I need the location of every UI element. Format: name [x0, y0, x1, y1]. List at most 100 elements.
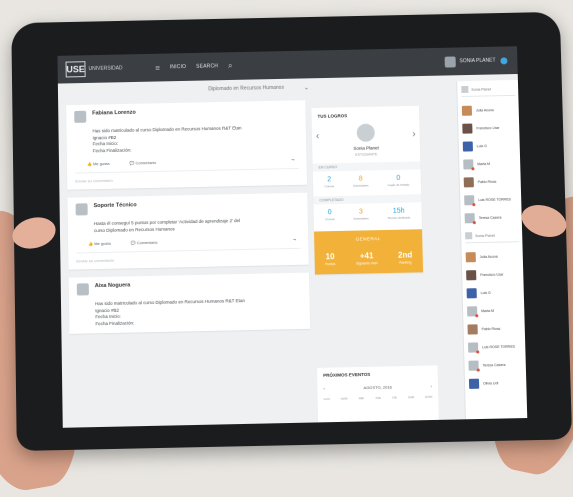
comment-button[interactable]: 💬 Comentario — [131, 240, 168, 246]
person-name: Pablo Rivas — [477, 179, 497, 185]
comment-label: Comentario — [136, 239, 158, 246]
search-icon[interactable]: ⌕ — [228, 61, 233, 71]
person-item[interactable]: Luis ROSE TORRES — [464, 337, 527, 356]
post-body: Hasta él conseguí 5 puntos por completar… — [94, 217, 300, 234]
like-label: Me gusta — [94, 240, 111, 247]
person-item[interactable]: Marta M — [463, 301, 526, 320]
stat-item: 0 Lugar de trabajo — [387, 175, 409, 187]
person-name: Julia Acuna — [479, 254, 498, 260]
comment-button[interactable]: 💬 Comentario — [129, 160, 166, 166]
avatar — [463, 177, 474, 188]
upcoming-events-panel: PRÓXIMOS EVENTOS ‹ AGOSTO, 2016 › LUN MA… — [316, 365, 440, 428]
stat-value: 0 — [327, 209, 332, 217]
avatar — [464, 195, 475, 206]
notification-badge[interactable] — [500, 56, 508, 64]
stats-row: 0 Cursos 3 Actividades 15h Tiempo dedicado — [313, 202, 421, 223]
stat-item: 15h Tiempo dedicado — [387, 208, 410, 220]
ranking-title: GENERAL — [355, 236, 381, 242]
person-item[interactable]: Julia Acuna — [458, 101, 520, 120]
chevron-left-icon[interactable]: ‹ — [323, 386, 324, 391]
weekday: SAB — [407, 395, 415, 400]
person-item[interactable]: Teresa Casera — [464, 355, 527, 374]
person-name: Luis ROSE TORRES — [482, 344, 516, 350]
post-body: Has sido matriculado al curso Diplomado … — [92, 124, 298, 154]
rank-item: 10 Puntos — [325, 252, 335, 266]
profile-role: ESTUDIANTE — [355, 152, 378, 157]
menu-icon[interactable]: ≡ — [155, 63, 160, 72]
people-search[interactable]: Sonia Planet — [461, 84, 516, 97]
person-item[interactable]: Francisco Lbar — [462, 265, 525, 284]
weekday: MAR — [340, 396, 348, 401]
person-name: Teresa Casera — [482, 362, 506, 368]
stat-label: Actividades — [353, 183, 369, 188]
ranking-row: 10 Puntos +41 Siguiente nivel 2nd Ranking — [314, 250, 422, 266]
post-author[interactable]: Fabiana Lorenzo — [92, 110, 136, 117]
activity-feed: Fabiana Lorenzo Has sido matriculado al … — [66, 100, 311, 342]
people-sidebar: Sonia Planet Julia Acuna Francisco Lbar … — [456, 79, 528, 420]
nav-home[interactable]: INICIO — [170, 64, 187, 70]
like-button[interactable]: 👍 Me gusta — [87, 160, 120, 167]
avatar — [465, 252, 476, 263]
achievements-panel: TUS LOGROS ‹ › Sonia Planet ESTUDIANTE E… — [311, 105, 424, 275]
person-item[interactable]: Pablo Rivas — [463, 319, 526, 338]
like-button[interactable]: 👍 Me gusta — [88, 240, 121, 247]
logo-text: UNIVERSIDAD — [88, 65, 123, 73]
comment-input[interactable]: Enviar su comentario — [76, 247, 301, 264]
person-item[interactable]: Pablo Rivas — [460, 172, 522, 191]
chevron-left-icon[interactable]: ‹ — [316, 131, 320, 142]
events-title: PRÓXIMOS EVENTOS — [323, 371, 371, 378]
user-avatar — [465, 232, 473, 240]
avatar — [464, 213, 475, 224]
share-icon[interactable]: ⤳ — [293, 237, 296, 242]
person-item[interactable]: Luis G — [459, 136, 521, 155]
person-item[interactable]: Luis ROSE TORRES — [460, 190, 522, 209]
avatar — [466, 288, 477, 299]
feed-post: Fabiana Lorenzo Has sido matriculado al … — [66, 100, 308, 190]
user-name: SONIA PLANET — [459, 57, 496, 65]
person-item[interactable]: Luis G — [462, 283, 525, 302]
profile-name: Sonia Planet — [353, 145, 379, 151]
avatar — [467, 306, 478, 317]
people-search-value: Sonia Planet — [475, 233, 496, 238]
nav-search-link[interactable]: SEARCH — [196, 63, 218, 69]
chevron-right-icon[interactable]: › — [412, 129, 416, 140]
avatar — [468, 360, 479, 371]
brand-logo[interactable]: USE UNIVERSIDAD — [65, 60, 146, 78]
person-name: Marta M — [481, 308, 495, 314]
person-item[interactable]: Julia Acuna — [462, 247, 525, 266]
person-name: Olivia Lidi — [483, 381, 499, 386]
profile-avatar — [356, 123, 375, 142]
stat-label: Actividades — [353, 216, 369, 221]
rank-item: +41 Siguiente nivel — [356, 251, 378, 265]
user-avatar — [444, 55, 456, 68]
tablet-device: USE UNIVERSIDAD ≡ INICIO SEARCH ⌕ SONIA … — [11, 11, 573, 452]
user-menu[interactable]: SONIA PLANET — [444, 55, 508, 68]
profile-card: ‹ › Sonia Planet ESTUDIANTE — [312, 119, 421, 158]
rank-label: Siguiente nivel — [356, 261, 378, 266]
like-label: Me gusta — [93, 160, 110, 167]
person-item[interactable]: Olivia Lidi — [465, 374, 527, 393]
post-avatar — [76, 283, 89, 296]
post-actions: 👍 Me gusta 💬 Comentario ⤳ — [87, 157, 299, 166]
person-name: Pablo Rivas — [481, 326, 501, 332]
chevron-right-icon[interactable]: › — [431, 384, 432, 389]
stat-item: 8 Actividades — [353, 175, 369, 188]
logo-mark: USE — [65, 61, 86, 78]
rank-label: Ranking — [399, 260, 412, 265]
rank-value: 10 — [325, 252, 335, 262]
post-author[interactable]: Aixa Noguera — [95, 282, 131, 289]
comment-input[interactable]: Enviar su comentario — [75, 167, 299, 184]
app-screen: USE UNIVERSIDAD ≡ INICIO SEARCH ⌕ SONIA … — [57, 46, 528, 428]
chevron-down-icon: ⌄ — [303, 84, 309, 91]
person-item[interactable]: Teresa Casera — [461, 208, 523, 227]
share-icon[interactable]: ⤳ — [291, 157, 294, 162]
person-item[interactable]: Marta M — [459, 154, 521, 173]
rank-value: 2nd — [397, 250, 413, 260]
people-search-value: Sonia Planet — [471, 86, 492, 92]
post-author[interactable]: Soporte Técnico — [94, 202, 137, 209]
person-name: Marta M — [477, 161, 491, 167]
weekday: JUE — [375, 395, 381, 400]
person-item[interactable]: Francisco Lbar — [458, 119, 520, 138]
stat-value: 15h — [392, 207, 405, 215]
people-search[interactable]: Sonia Planet — [465, 231, 520, 244]
